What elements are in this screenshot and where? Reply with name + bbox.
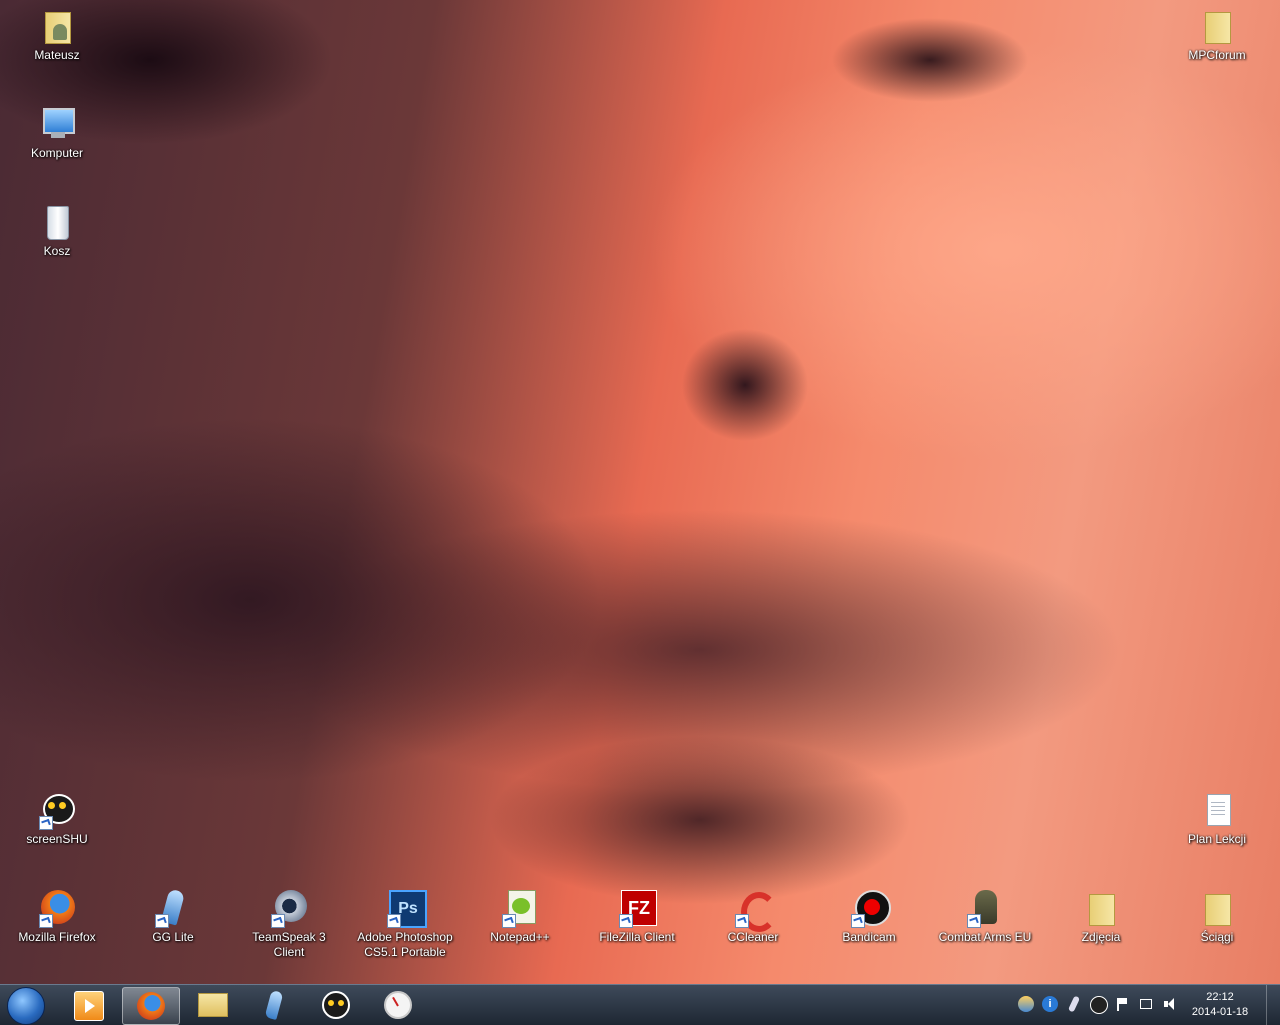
shortcut-arrow-icon bbox=[619, 914, 633, 928]
folder-icon bbox=[1197, 6, 1237, 46]
ccleaner-icon bbox=[733, 888, 777, 932]
desktop-icon-ccleaner[interactable]: CCleaner bbox=[705, 888, 801, 945]
desktop-icon-label-line1: Adobe Photoshop bbox=[357, 930, 453, 944]
weather-icon[interactable] bbox=[1018, 996, 1034, 1012]
desktop-icon-label: MPCforum bbox=[1188, 48, 1246, 62]
taskbar-screenshu[interactable] bbox=[308, 987, 364, 1023]
desktop-icon-plan-lekcji[interactable]: Plan Lekcji bbox=[1169, 790, 1265, 847]
clock-date: 2014-01-18 bbox=[1191, 1006, 1249, 1018]
desktop-icon-label: Zdjęcia bbox=[1081, 930, 1121, 944]
soldier-icon bbox=[965, 888, 1005, 928]
gg-lite-icon bbox=[260, 989, 288, 1021]
desktop-icon-notepadpp[interactable]: Notepad++ bbox=[472, 888, 568, 945]
shortcut-arrow-icon bbox=[967, 914, 981, 928]
firefox-icon bbox=[137, 992, 165, 1020]
photoshop-icon: Ps bbox=[385, 888, 427, 928]
folder-icon bbox=[1081, 888, 1121, 928]
desktop-icon-label: Notepad++ bbox=[490, 930, 550, 944]
taskbar-explorer[interactable] bbox=[184, 987, 240, 1023]
shortcut-arrow-icon bbox=[735, 914, 749, 928]
clock-time: 22:12 bbox=[1206, 991, 1234, 1003]
taskbar-media-player[interactable] bbox=[60, 987, 116, 1023]
lemur-icon bbox=[37, 790, 77, 830]
bandicam-icon bbox=[849, 888, 891, 928]
desktop-icon-label: screenSHU bbox=[26, 832, 88, 846]
show-desktop-button[interactable] bbox=[1266, 985, 1280, 1025]
desktop-icon-label: CCleaner bbox=[727, 930, 779, 944]
desktop-icon-mateusz[interactable]: Mateusz bbox=[9, 6, 105, 63]
lemur-icon bbox=[322, 991, 350, 1019]
desktop-icon-label: Mateusz bbox=[34, 48, 80, 62]
desktop-icon-label: Ściągi bbox=[1200, 930, 1234, 944]
desktop-icon-label: Komputer bbox=[30, 146, 84, 160]
info-icon[interactable]: i bbox=[1042, 996, 1058, 1012]
desktop-icon-filezilla[interactable]: FZ FileZilla Client bbox=[589, 888, 685, 945]
notepadpp-icon bbox=[500, 888, 540, 928]
desktop-icon-label: Mozilla Firefox bbox=[18, 930, 96, 944]
desktop-icon-label: Bandicam bbox=[842, 930, 896, 944]
desktop-icon-label: TeamSpeak 3 Client bbox=[252, 930, 326, 959]
gg-tray-icon[interactable] bbox=[1066, 995, 1082, 1013]
text-document-icon bbox=[1197, 790, 1237, 830]
gg-lite-icon bbox=[153, 888, 193, 928]
network-icon[interactable] bbox=[1138, 996, 1154, 1012]
folder-icon bbox=[1197, 888, 1237, 928]
start-button[interactable] bbox=[2, 986, 48, 1025]
taskbar: i 22:12 2014-01-18 bbox=[0, 984, 1280, 1025]
desktop-icon-zdjecia[interactable]: Zdjęcia bbox=[1053, 888, 1149, 945]
taskbar-firefox[interactable] bbox=[122, 987, 180, 1025]
desktop-icon-label: GG Lite bbox=[152, 930, 194, 944]
desktop-wallpaper bbox=[0, 0, 1280, 984]
recycle-bin-icon bbox=[37, 202, 77, 242]
desktop-icon-firefox[interactable]: Mozilla Firefox bbox=[9, 888, 105, 945]
shortcut-arrow-icon bbox=[39, 914, 53, 928]
shortcut-arrow-icon bbox=[502, 914, 516, 928]
teamspeak-icon bbox=[269, 888, 309, 928]
explorer-folder-icon bbox=[198, 993, 228, 1017]
volume-icon[interactable] bbox=[1162, 996, 1178, 1012]
shortcut-arrow-icon bbox=[387, 914, 401, 928]
shortcut-arrow-icon bbox=[851, 914, 865, 928]
shortcut-arrow-icon bbox=[271, 914, 285, 928]
desktop-icon-bandicam[interactable]: Bandicam bbox=[821, 888, 917, 945]
desktop-icon-kosz[interactable]: Kosz bbox=[9, 202, 105, 259]
windows-logo-icon bbox=[7, 987, 45, 1025]
desktop-icon-combatarms[interactable]: Combat Arms EU bbox=[937, 888, 1033, 945]
taskbar-clock-app[interactable] bbox=[370, 987, 426, 1023]
media-player-icon bbox=[74, 991, 104, 1021]
user-folder-icon bbox=[37, 6, 77, 46]
desktop-icon-screenshu[interactable]: screenSHU bbox=[9, 790, 105, 847]
desktop-icon-komputer[interactable]: Komputer bbox=[9, 104, 105, 161]
clock-app-icon bbox=[384, 991, 412, 1019]
filezilla-icon: FZ bbox=[617, 888, 657, 928]
computer-icon bbox=[37, 104, 77, 144]
desktop-icon-gglite[interactable]: GG Lite bbox=[125, 888, 221, 945]
lemur-tray-icon[interactable] bbox=[1090, 996, 1108, 1014]
shortcut-arrow-icon bbox=[39, 816, 53, 830]
desktop-icon-label: Combat Arms EU bbox=[938, 930, 1032, 944]
action-center-flag-icon[interactable] bbox=[1114, 996, 1130, 1012]
desktop-icon-label: Kosz bbox=[43, 244, 71, 258]
desktop-icon-mpcforum[interactable]: MPCforum bbox=[1169, 6, 1265, 63]
system-tray: i bbox=[1010, 985, 1190, 1025]
desktop-icon-photoshop[interactable]: Ps Adobe Photoshop CS5.1 Portable bbox=[357, 888, 453, 960]
taskbar-gg-lite[interactable] bbox=[246, 987, 302, 1023]
desktop-icon-sciagi[interactable]: Ściągi bbox=[1169, 888, 1265, 945]
desktop-icon-label: Plan Lekcji bbox=[1187, 832, 1247, 846]
desktop-icon-label: FileZilla Client bbox=[599, 930, 675, 944]
taskbar-clock[interactable]: 22:12 2014-01-18 bbox=[1190, 985, 1250, 1025]
firefox-icon bbox=[37, 888, 77, 928]
desktop-icon-label-line2: CS5.1 Portable bbox=[364, 945, 446, 959]
desktop-icon-teamspeak[interactable]: TeamSpeak 3 Client bbox=[241, 888, 337, 960]
shortcut-arrow-icon bbox=[155, 914, 169, 928]
